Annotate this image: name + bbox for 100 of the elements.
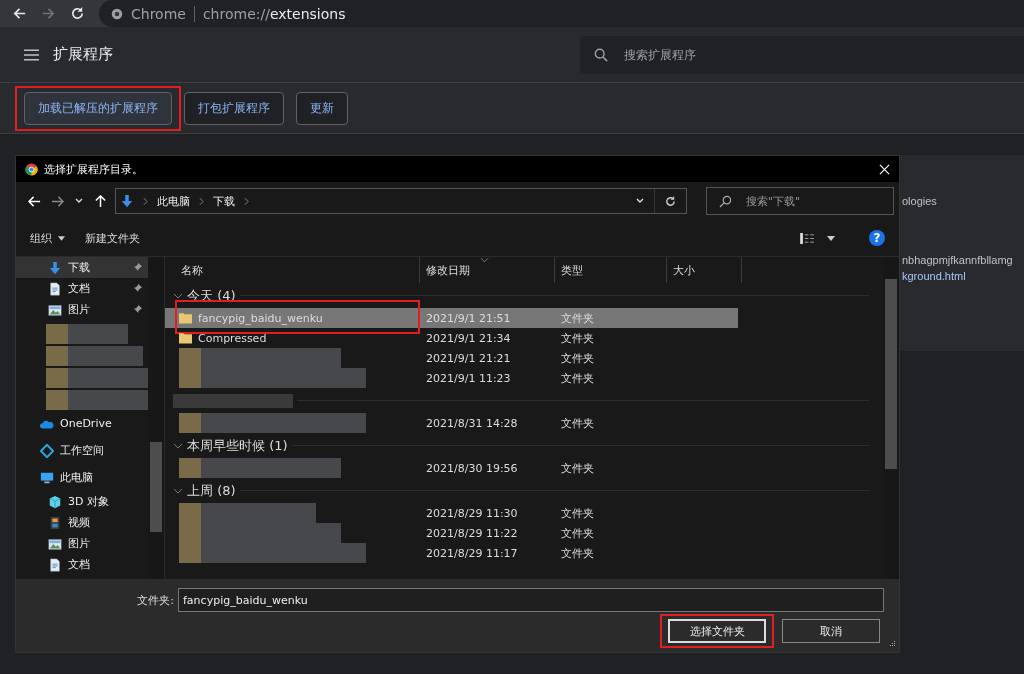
file-row[interactable]: 2021/8/29 11:30 文件夹 bbox=[165, 503, 738, 523]
site-label: Chrome bbox=[131, 5, 186, 22]
menu-icon[interactable] bbox=[24, 48, 39, 61]
type-cell-text: 文件夹 bbox=[560, 545, 595, 562]
sidebar-item[interactable]: 文档 bbox=[16, 554, 148, 575]
group-header[interactable]: 上周 (8) bbox=[187, 481, 236, 500]
sidebar-item[interactable]: 工作空间 bbox=[16, 437, 148, 464]
pin-icon bbox=[133, 263, 142, 272]
sidebar-item[interactable]: 图片 bbox=[16, 533, 148, 554]
toolbar-button[interactable]: 更新 bbox=[296, 91, 348, 125]
file-row[interactable]: 2021/8/31 14:28 文件夹 bbox=[165, 413, 738, 433]
file-row[interactable]: 2021/8/29 11:17 文件夹 bbox=[165, 543, 738, 563]
card-text: ologies bbox=[902, 195, 938, 207]
forward-icon[interactable] bbox=[41, 6, 56, 21]
type-cell-text: 文件夹 bbox=[560, 505, 595, 522]
type-cell-text: 文件夹 bbox=[560, 310, 595, 327]
page-title: 扩展程序 bbox=[53, 45, 114, 64]
up-arrow-icon[interactable] bbox=[94, 194, 107, 208]
chevron-right-icon bbox=[199, 196, 204, 206]
search-field[interactable]: 搜索"下载" bbox=[744, 193, 888, 209]
type-cell-text: 文件夹 bbox=[560, 460, 595, 477]
date-cell-text: 2021/9/1 11:23 bbox=[425, 370, 512, 387]
type-cell-text: 文件夹 bbox=[560, 350, 595, 367]
sidebar-item[interactable]: 图片 bbox=[16, 299, 148, 320]
pin-icon bbox=[133, 284, 142, 293]
dialog-button[interactable]: 选择文件夹 bbox=[668, 619, 766, 643]
search-box[interactable]: 搜索"下载" bbox=[706, 187, 894, 215]
diamond-icon bbox=[40, 443, 54, 458]
search-icon bbox=[719, 194, 732, 208]
file-row[interactable]: 2021/8/30 19:56 文件夹 bbox=[165, 458, 738, 478]
search-icon bbox=[594, 47, 608, 62]
sidebar-item[interactable]: 文档 bbox=[16, 278, 148, 299]
refresh-icon[interactable] bbox=[664, 194, 677, 208]
type-cell-text: 文件夹 bbox=[560, 330, 595, 347]
file-row[interactable]: 2021/9/1 21:21 文件夹 bbox=[165, 348, 738, 368]
group-header[interactable]: 本周早些时候 (1) bbox=[187, 436, 288, 455]
folder-icon bbox=[179, 312, 192, 324]
file-row[interactable]: Compressed 2021/9/1 21:34 文件夹 bbox=[165, 328, 738, 348]
date-cell-text: 2021/8/29 11:30 bbox=[425, 505, 519, 522]
film-icon bbox=[48, 515, 62, 530]
resize-grip-icon[interactable] bbox=[888, 640, 896, 648]
chrome-icon bbox=[111, 7, 123, 20]
date-cell-text: 2021/8/29 11:22 bbox=[425, 525, 519, 542]
file-row[interactable]: 2021/9/1 11:23 文件夹 bbox=[165, 368, 738, 388]
chevron-right-icon bbox=[143, 196, 148, 206]
date-cell-text: 2021/9/1 21:51 bbox=[425, 310, 512, 327]
document-icon bbox=[48, 557, 62, 572]
chevron-right-icon bbox=[244, 196, 249, 206]
column-header[interactable]: 名称 bbox=[165, 257, 420, 283]
back-icon[interactable] bbox=[12, 6, 27, 21]
date-cell-text: 2021/8/29 11:17 bbox=[425, 545, 519, 562]
document-icon bbox=[48, 281, 62, 296]
url-text: chrome://extensions bbox=[202, 5, 346, 22]
folder-icon bbox=[179, 332, 192, 344]
command-button[interactable]: 组织 bbox=[26, 228, 69, 248]
download-arrow-icon bbox=[48, 260, 62, 275]
chrome-logo-icon bbox=[25, 162, 38, 176]
file-name: fancypig_baidu_wenku bbox=[198, 311, 323, 325]
toolbar-button[interactable]: 打包扩展程序 bbox=[184, 91, 284, 125]
breadcrumb[interactable]: 此电脑 bbox=[157, 193, 190, 209]
pin-icon bbox=[133, 305, 142, 314]
search-field[interactable]: 搜索扩展程序 bbox=[622, 46, 1024, 63]
column-header[interactable]: 修改日期 bbox=[420, 257, 555, 283]
download-arrow-icon bbox=[120, 194, 134, 208]
page-link[interactable]: kground.html bbox=[902, 270, 1024, 282]
picture-icon bbox=[48, 536, 62, 551]
caret-icon[interactable] bbox=[827, 235, 835, 241]
cube-icon bbox=[48, 494, 62, 509]
computer-icon bbox=[40, 470, 54, 485]
column-header[interactable]: 类型 bbox=[555, 257, 667, 283]
folder-name-field[interactable]: fancypig_baidu_wenku bbox=[178, 588, 884, 612]
sidebar-item[interactable]: OneDrive bbox=[16, 410, 148, 437]
sidebar-item[interactable]: 3D 对象 bbox=[16, 491, 148, 512]
sidebar-item[interactable]: 此电脑 bbox=[16, 464, 148, 491]
field-label: 文件夹: bbox=[137, 592, 174, 608]
date-cell-text: 2021/9/1 21:34 bbox=[425, 330, 512, 347]
command-button[interactable]: 新建文件夹 bbox=[81, 228, 144, 248]
file-row[interactable]: 2021/8/29 11:22 文件夹 bbox=[165, 523, 738, 543]
details-view-icon[interactable] bbox=[800, 232, 815, 244]
help-button[interactable]: ? bbox=[869, 230, 885, 246]
reload-icon[interactable] bbox=[70, 6, 85, 21]
type-cell-text: 文件夹 bbox=[560, 415, 595, 432]
toolbar-button[interactable]: 加载已解压的扩展程序 bbox=[24, 91, 172, 125]
address-bar[interactable]: Chrome chrome://extensions bbox=[99, 0, 1024, 27]
type-cell-text: 文件夹 bbox=[560, 525, 595, 542]
picture-icon bbox=[48, 302, 62, 317]
dialog-title: 选择扩展程序目录。 bbox=[44, 161, 144, 177]
type-cell-text: 文件夹 bbox=[560, 370, 595, 387]
sidebar-item[interactable]: 视频 bbox=[16, 512, 148, 533]
date-cell-text: 2021/8/31 14:28 bbox=[425, 415, 519, 432]
column-header[interactable]: 大小 bbox=[667, 257, 742, 283]
close-icon[interactable] bbox=[879, 163, 890, 175]
card-text: nbhagpmjfkannfbllamg bbox=[902, 254, 1014, 266]
search-box[interactable]: 搜索扩展程序 bbox=[580, 35, 1024, 74]
sort-chevron-icon bbox=[480, 258, 489, 263]
forward-icon[interactable] bbox=[51, 194, 64, 208]
sidebar-item[interactable]: 下载 bbox=[16, 257, 148, 278]
dialog-button[interactable]: 取消 bbox=[782, 619, 880, 643]
path-bar[interactable]: 此电脑 下载 bbox=[115, 188, 687, 214]
breadcrumb[interactable]: 下载 bbox=[213, 193, 235, 209]
